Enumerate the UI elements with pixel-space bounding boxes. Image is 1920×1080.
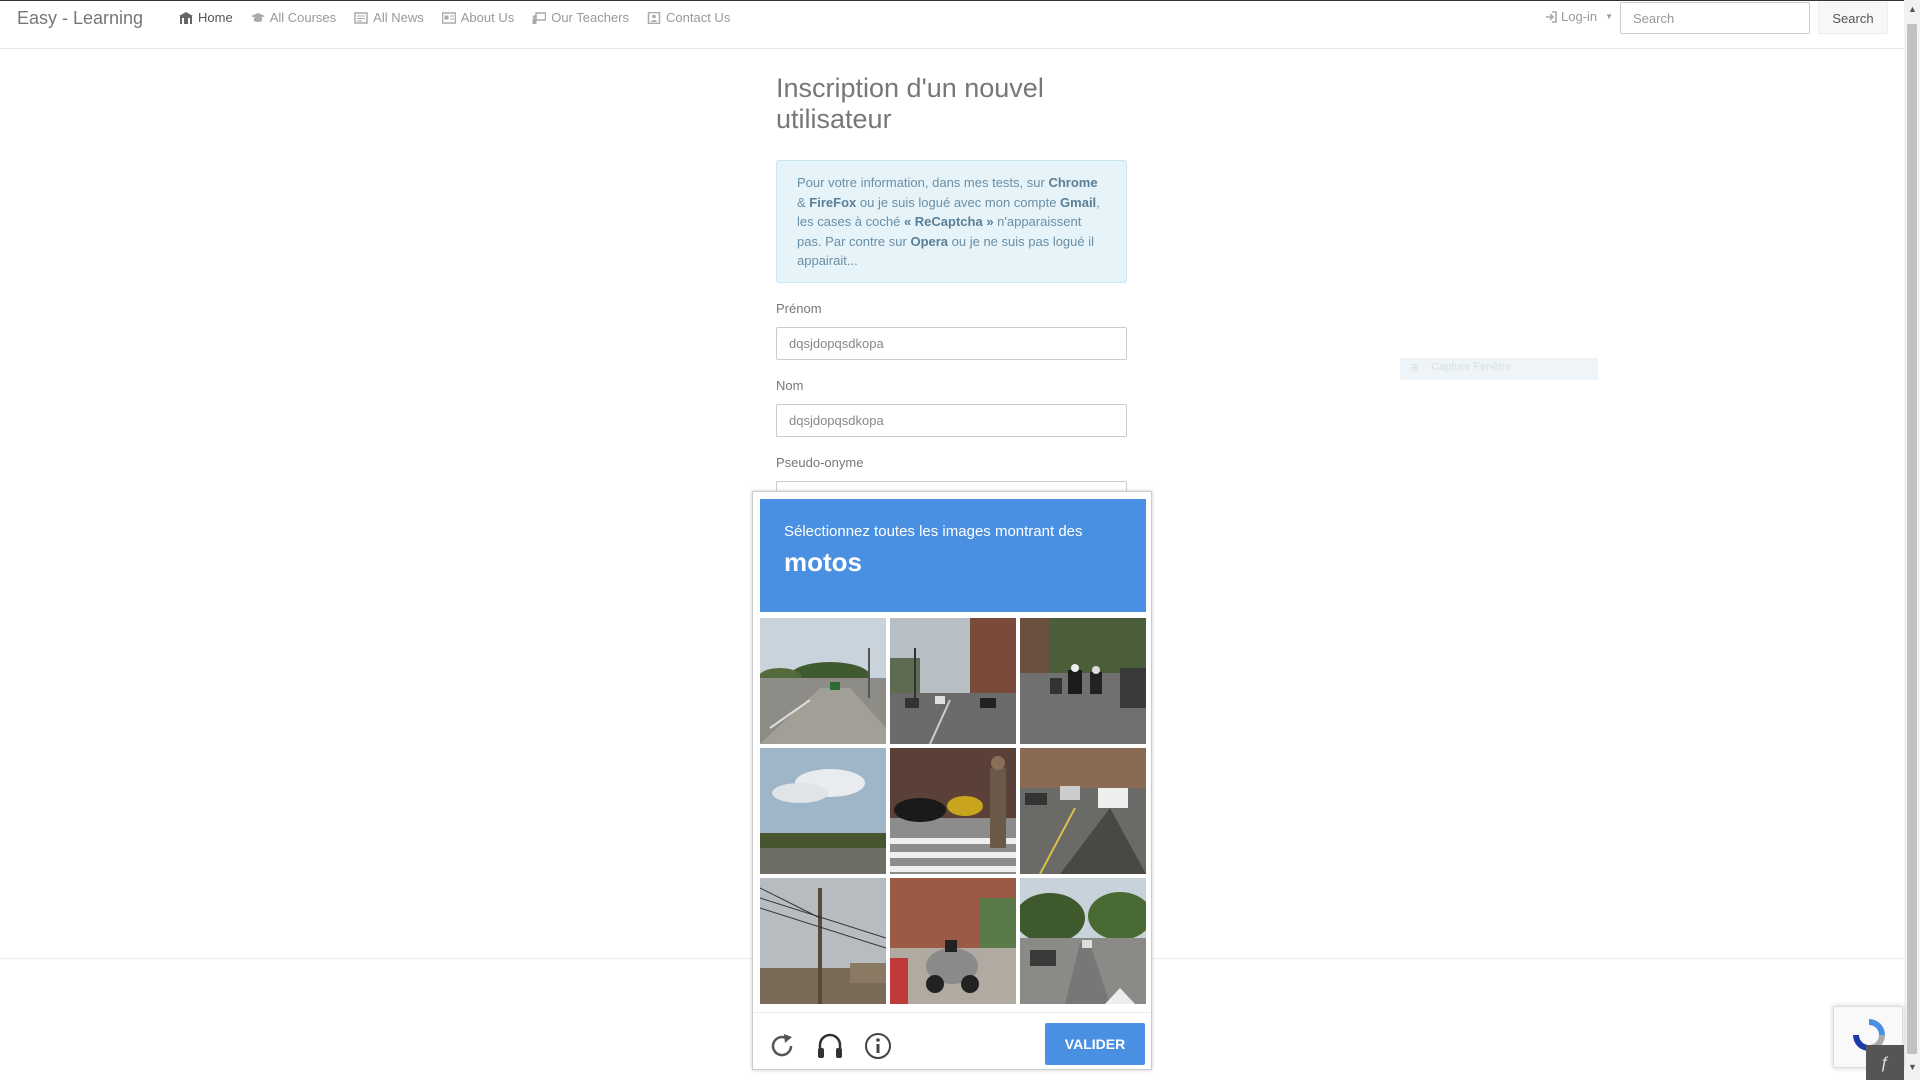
capture-icon: ⊕ — [1410, 362, 1420, 374]
sign-in-icon — [1546, 10, 1557, 23]
nav-item-label: Home — [198, 10, 233, 25]
info-text: & — [797, 194, 810, 210]
tile-image — [890, 618, 1016, 744]
info-bold: Opera — [910, 233, 949, 249]
main-nav: Home All Courses All News About Us Our T… — [170, 9, 739, 26]
page-title: Inscription d'un nouvel utilisateur — [776, 73, 1044, 134]
headphones-audio-icon[interactable] — [815, 1031, 845, 1061]
brand-logo[interactable]: Easy - Learning — [17, 8, 143, 29]
nav-item-about-us[interactable]: About Us — [433, 9, 523, 26]
newspaper-icon — [354, 11, 368, 24]
captcha-tile-power-lines[interactable] — [760, 878, 886, 1004]
captcha-tile-residential-street[interactable] — [1020, 878, 1146, 1004]
info-bold: Chrome — [1048, 175, 1098, 190]
tile-image — [760, 618, 886, 744]
recaptcha-footer: VALIDER — [753, 1012, 1151, 1069]
login-label: Log-in — [1561, 9, 1598, 24]
pseudonym-label: Pseudo-onyme — [776, 455, 864, 470]
nav-item-label: Our Teachers — [551, 10, 630, 25]
captcha-tile-scooter-on-sidewalk[interactable] — [890, 878, 1016, 1004]
info-alert: Pour votre information, dans mes tests, … — [776, 160, 1127, 283]
capture-hint-label: Capture Fenêtre — [1431, 361, 1512, 373]
tile-image — [1020, 618, 1146, 744]
top-navbar: Easy - Learning Home All Courses All New… — [0, 0, 1904, 49]
nav-item-label: All Courses — [269, 10, 337, 25]
captcha-tile-motorcyclists-on-road[interactable] — [1020, 618, 1146, 744]
graduation-cap-icon — [250, 12, 265, 22]
search-input[interactable] — [1620, 2, 1810, 34]
login-dropdown[interactable]: Log-in ▼ — [1545, 9, 1613, 24]
recaptcha-image-grid — [760, 618, 1146, 1004]
info-text: ou je suis logué avec mon compte — [856, 194, 1061, 210]
recaptcha-target: motos — [784, 547, 862, 577]
captcha-tile-sky-and-highway[interactable] — [760, 748, 886, 874]
reload-icon[interactable] — [767, 1031, 797, 1061]
last-name-field[interactable] — [776, 404, 1127, 437]
tile-image — [890, 878, 1016, 1004]
captcha-tile-road-intersection[interactable] — [760, 618, 886, 744]
id-card-icon — [441, 11, 456, 24]
tile-image — [1020, 748, 1146, 874]
nav-item-label: All News — [373, 10, 424, 25]
captcha-tile-street-with-cars[interactable] — [1020, 748, 1146, 874]
scroll-up-arrow-icon[interactable]: ▲ — [1908, 4, 1917, 14]
nav-item-label: Contact Us — [666, 10, 731, 25]
info-text: Pour votre information, dans mes tests, … — [797, 175, 1049, 190]
recaptcha-challenge: Sélectionnez toutes les images montrant … — [752, 491, 1152, 1070]
tile-image — [760, 878, 886, 1004]
nav-item-all-courses[interactable]: All Courses — [242, 9, 345, 26]
recaptcha-instruction: Sélectionnez toutes les images montrant … — [784, 523, 1083, 540]
info-bold: FireFox — [809, 194, 857, 210]
captcha-tile-city-street[interactable] — [890, 618, 1016, 744]
capture-window-hint: ⊕ Capture Fenêtre — [1400, 358, 1598, 380]
nav-item-our-teachers[interactable]: Our Teachers — [523, 9, 638, 26]
vertical-scrollbar[interactable]: ▲ ▼ — [1904, 0, 1920, 1080]
first-name-field[interactable] — [776, 327, 1127, 360]
scroll-down-arrow-icon[interactable]: ▼ — [1908, 1062, 1917, 1072]
nav-item-contact-us[interactable]: Contact Us — [638, 9, 739, 26]
chalkboard-teacher-icon — [532, 11, 547, 24]
search-button[interactable]: Search — [1818, 2, 1888, 34]
info-icon[interactable] — [863, 1031, 893, 1061]
info-bold: « ReCaptcha » — [903, 214, 994, 230]
tile-image — [760, 748, 886, 874]
nav-item-all-news[interactable]: All News — [345, 9, 433, 26]
scroll-thumb[interactable] — [1907, 24, 1917, 1054]
tile-image — [890, 748, 1016, 874]
nav-item-home[interactable]: Home — [170, 9, 242, 26]
info-bold: Gmail — [1060, 194, 1097, 210]
contact-card-icon — [647, 11, 661, 24]
caret-down-icon: ▼ — [1605, 12, 1614, 21]
verify-button[interactable]: VALIDER — [1045, 1023, 1145, 1065]
tile-image — [1020, 878, 1146, 1004]
first-name-label: Prénom — [776, 301, 822, 316]
last-name-label: Nom — [776, 378, 804, 393]
captcha-tile-parked-motorcycles-crosswalk[interactable] — [890, 748, 1016, 874]
nav-item-label: About Us — [460, 10, 515, 25]
recaptcha-header: Sélectionnez toutes les images montrant … — [760, 499, 1146, 612]
symfony-toolbar-icon[interactable]: ƒ — [1866, 1045, 1904, 1080]
building-icon — [179, 11, 193, 24]
